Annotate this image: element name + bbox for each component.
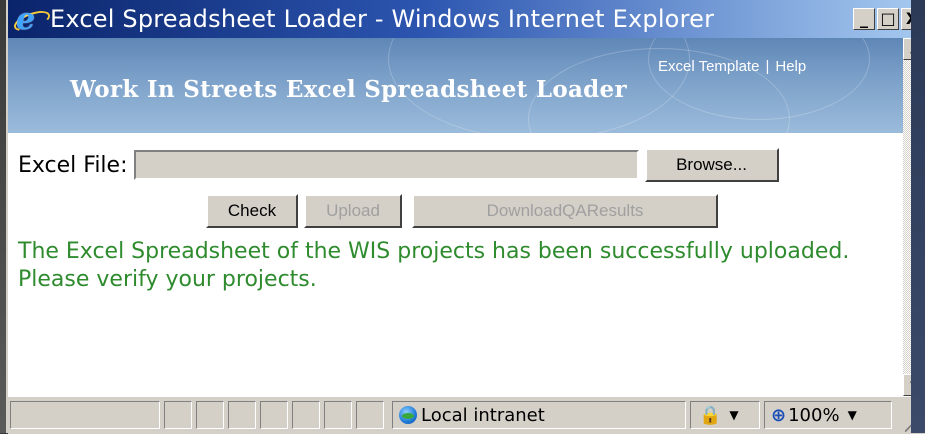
status-cell	[292, 401, 320, 429]
excel-file-input[interactable]	[133, 150, 639, 180]
download-qa-results-button: DownloadQAResults	[412, 194, 718, 228]
link-separator: |	[765, 58, 770, 75]
zoom-level: 100%	[788, 404, 840, 426]
chevron-down-icon: ▼	[847, 408, 857, 422]
browser-window: e Excel Spreadsheet Loader - Windows Int…	[6, 0, 925, 434]
file-row: Excel File: Browse...	[18, 148, 779, 182]
status-cell	[260, 401, 288, 429]
status-cell	[196, 401, 224, 429]
chevron-down-icon: ▼	[729, 408, 739, 422]
page-content: Excel Template | Help Work In Streets Exce…	[8, 38, 903, 396]
excel-template-link[interactable]: Excel Template	[658, 58, 759, 75]
status-text-cell	[10, 401, 160, 429]
security-lock-icon: 🔒	[699, 404, 722, 426]
excel-file-label: Excel File:	[18, 152, 128, 178]
internet-explorer-icon: e	[11, 2, 53, 37]
success-message: The Excel Spreadsheet of the WIS project…	[18, 239, 850, 292]
status-cell	[324, 401, 352, 429]
zone-label: Local intranet	[421, 404, 545, 426]
security-zone[interactable]: Local intranet	[392, 401, 686, 429]
maximize-button[interactable]: □	[877, 8, 899, 30]
header-links: Excel Template | Help	[658, 58, 806, 75]
desktop-background	[911, 0, 925, 433]
page-title: Work In Streets Excel Spreadsheet Loader	[70, 76, 627, 103]
zoom-magnifier-icon: ⊕	[771, 404, 787, 426]
title-bar[interactable]: e Excel Spreadsheet Loader - Windows Int…	[8, 0, 925, 38]
upload-button: Upload	[304, 194, 402, 228]
minimize-button[interactable]: _	[853, 8, 875, 30]
status-cell	[228, 401, 256, 429]
status-cell	[356, 401, 384, 429]
status-bar: Local intranet 🔒 ▼ ⊕ 100% ▼	[8, 396, 925, 434]
zoom-control[interactable]: ⊕ 100% ▼	[764, 401, 892, 429]
globe-icon	[399, 406, 417, 424]
browse-button[interactable]: Browse...	[644, 148, 779, 182]
header-banner: Excel Template | Help Work In Streets Exce…	[8, 38, 903, 133]
protected-mode-toggle[interactable]: 🔒 ▼	[690, 401, 760, 429]
help-link[interactable]: Help	[775, 58, 806, 75]
status-cell	[164, 401, 192, 429]
window-title: Excel Spreadsheet Loader - Windows Inter…	[50, 5, 715, 33]
check-button[interactable]: Check	[206, 194, 298, 228]
